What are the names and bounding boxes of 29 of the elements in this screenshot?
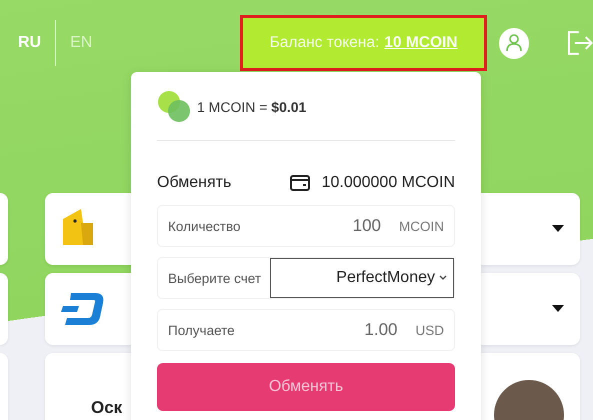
- user-icon: [506, 34, 522, 52]
- field-value: 100: [352, 216, 381, 236]
- card-background: [0, 353, 8, 420]
- exchange-rate: 1 MCOIN = $0.01: [197, 99, 306, 115]
- balance-label: Баланс токена:: [270, 34, 380, 52]
- card-background: [0, 193, 8, 265]
- exchange-button[interactable]: Обменять: [157, 363, 455, 411]
- caret-icon[interactable]: [552, 305, 564, 313]
- field-label: Выберите счет: [168, 270, 262, 286]
- dash-logo-icon: [61, 291, 105, 327]
- unit-label: MCOIN: [399, 218, 444, 234]
- field-label: Получаете: [168, 322, 235, 338]
- amount-field[interactable]: Количество 100 MCOIN: [157, 205, 455, 247]
- language-link[interactable]: EN: [56, 34, 106, 52]
- language-link[interactable]: RU: [0, 34, 56, 52]
- unit-label: USD: [415, 322, 444, 338]
- field-value: 1.00: [364, 320, 398, 340]
- wallet-icon: [290, 175, 310, 191]
- amount-field[interactable]: Получаете 1.00 USD: [157, 309, 455, 351]
- caret-icon[interactable]: [552, 225, 564, 233]
- chevron-down-icon: [439, 275, 447, 281]
- person-name: Оск: [91, 398, 122, 418]
- balance-link[interactable]: 10 MCOIN: [384, 34, 458, 52]
- card-background: [0, 273, 8, 345]
- exchange-title: Обменять: [157, 174, 232, 192]
- coins-icon: [157, 90, 191, 124]
- account-dropdown[interactable]: PerfectMoney: [270, 258, 454, 298]
- field-label: Количество: [168, 218, 240, 234]
- wallet-balance: 10.000000 MCOIN: [322, 174, 455, 192]
